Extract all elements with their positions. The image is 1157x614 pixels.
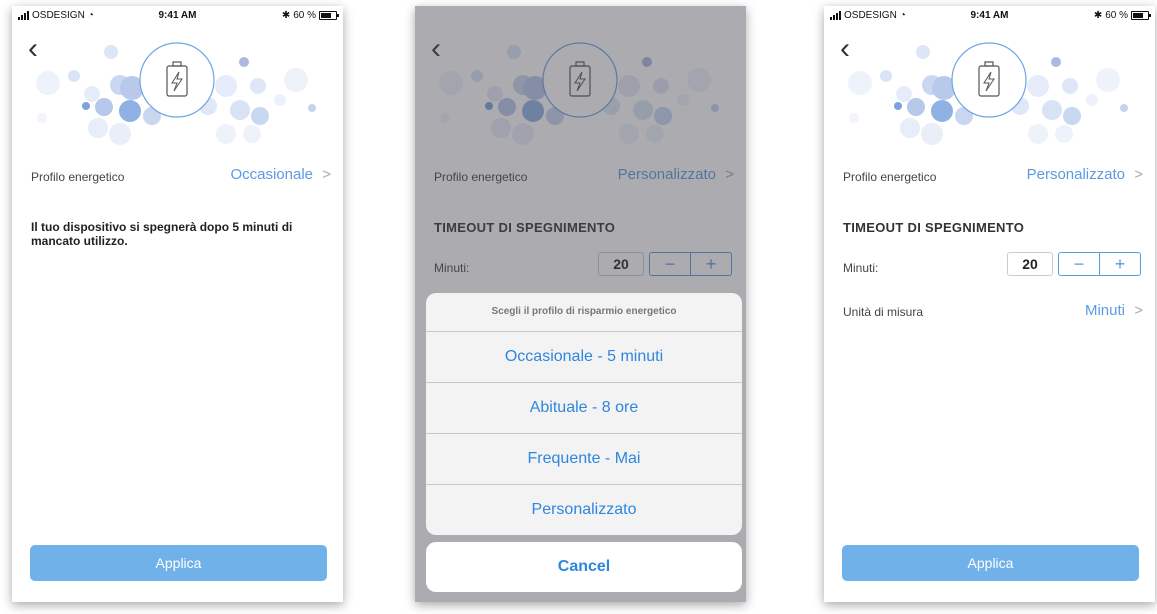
dots-pattern — [848, 42, 1128, 145]
battery-icon — [1131, 11, 1151, 20]
decor-dot — [907, 98, 925, 116]
chevron-right-icon: > — [322, 166, 331, 183]
timeout-description: Il tuo dispositivo si spegnerà dopo 5 mi… — [31, 220, 293, 248]
decor-dot — [1042, 100, 1062, 120]
bluetooth-icon: ✱ — [1093, 10, 1103, 21]
option-habitual[interactable]: Abituale - 8 ore — [426, 383, 742, 434]
profile-row[interactable]: Profilo energetico Personalizzato > — [843, 164, 1143, 186]
decor-dot — [215, 75, 237, 97]
decor-dot — [95, 98, 113, 116]
decor-dot — [230, 100, 250, 120]
profile-value: Personalizzato — [1026, 166, 1125, 183]
apply-button[interactable]: Applica — [842, 545, 1139, 581]
decor-dot — [308, 104, 316, 112]
decor-dot — [894, 102, 902, 110]
decor-dot — [251, 107, 269, 125]
unit-label: Unità di misura — [843, 305, 924, 319]
dots-pattern — [36, 42, 316, 145]
phone-screen-custom: OSDESIGN ◔ 9:41 AM ✱ 60 % ‹ Profilo energe… — [824, 6, 1155, 602]
option-occasional[interactable]: Occasionale - 5 minuti — [426, 332, 742, 383]
action-sheet-title: Scegli il profilo di risparmio energetic… — [426, 293, 742, 332]
decor-dot — [921, 123, 943, 145]
decor-dot — [284, 68, 308, 92]
decrement-button[interactable]: − — [1059, 253, 1100, 275]
profile-row[interactable]: Profilo energetico Occasionale > — [31, 164, 331, 186]
decor-dot — [239, 57, 249, 67]
hero-illustration — [824, 28, 1155, 148]
decor-dot — [849, 113, 859, 123]
decor-dot — [896, 86, 912, 102]
decor-dot — [82, 102, 90, 110]
minutes-value[interactable]: 20 — [1007, 252, 1053, 276]
decor-dot — [109, 123, 131, 145]
status-bar: OSDESIGN ◔ 9:41 AM ✱ 60 % — [824, 6, 1155, 26]
section-title: TIMEOUT DI SPEGNIMENTO — [843, 220, 1025, 235]
decor-dot — [1051, 57, 1061, 67]
phone-screen-occasional: OSDESIGN ◔ 9:41 AM ✱ 60 % ‹ Profilo energe… — [12, 6, 343, 602]
decor-dot — [848, 71, 872, 95]
hero-illustration — [12, 28, 343, 148]
decor-dot — [36, 71, 60, 95]
decor-dot — [1063, 107, 1081, 125]
minutes-row: Minuti: 20 − + — [843, 252, 1141, 278]
apply-button[interactable]: Applica — [30, 545, 327, 581]
unit-row[interactable]: Unità di misura Minuti > — [843, 300, 1143, 322]
back-icon[interactable]: ‹ — [28, 34, 38, 64]
decor-dot — [931, 100, 953, 122]
decor-dot — [1027, 75, 1049, 97]
profile-label: Profilo energetico — [843, 170, 937, 184]
cancel-button[interactable]: Cancel — [426, 542, 742, 592]
decor-dot — [1120, 104, 1128, 112]
decor-dot — [1062, 78, 1078, 94]
chevron-right-icon: > — [1134, 166, 1143, 183]
decor-dot — [84, 86, 100, 102]
phone-screen-action-sheet: ‹ Profilo energetico Personalizzato > TI… — [415, 6, 746, 602]
battery-charging-icon — [139, 42, 215, 118]
profile-value: Occasionale — [230, 166, 313, 183]
decor-dot — [1028, 124, 1048, 144]
battery-percent: 60 % — [293, 10, 316, 21]
action-sheet: Scegli il profilo di risparmio energetic… — [426, 293, 742, 535]
minutes-stepper: 20 − + — [1007, 252, 1141, 276]
battery-percent: 60 % — [1105, 10, 1128, 21]
decor-dot — [900, 118, 920, 138]
decor-dot — [104, 45, 118, 59]
decor-dot — [250, 78, 266, 94]
decor-dot — [1086, 94, 1098, 106]
profile-label: Profilo energetico — [31, 170, 125, 184]
minutes-label: Minuti: — [843, 261, 879, 275]
decor-dot — [68, 70, 80, 82]
decor-dot — [88, 118, 108, 138]
increment-button[interactable]: + — [1100, 253, 1140, 275]
decor-dot — [37, 113, 47, 123]
decor-dot — [1055, 125, 1073, 143]
decor-dot — [119, 100, 141, 122]
back-icon[interactable]: ‹ — [840, 34, 850, 64]
battery-icon — [319, 11, 339, 20]
decor-dot — [1096, 68, 1120, 92]
bluetooth-icon: ✱ — [281, 10, 291, 21]
battery-charging-icon — [951, 42, 1027, 118]
decor-dot — [916, 45, 930, 59]
option-custom[interactable]: Personalizzato — [426, 485, 742, 535]
chevron-right-icon: > — [1134, 302, 1143, 319]
status-bar: OSDESIGN ◔ 9:41 AM ✱ 60 % — [12, 6, 343, 26]
decor-dot — [243, 125, 261, 143]
decor-dot — [274, 94, 286, 106]
decor-dot — [880, 70, 892, 82]
decor-dot — [216, 124, 236, 144]
option-frequent[interactable]: Frequente - Mai — [426, 434, 742, 485]
unit-value: Minuti — [1084, 302, 1125, 319]
